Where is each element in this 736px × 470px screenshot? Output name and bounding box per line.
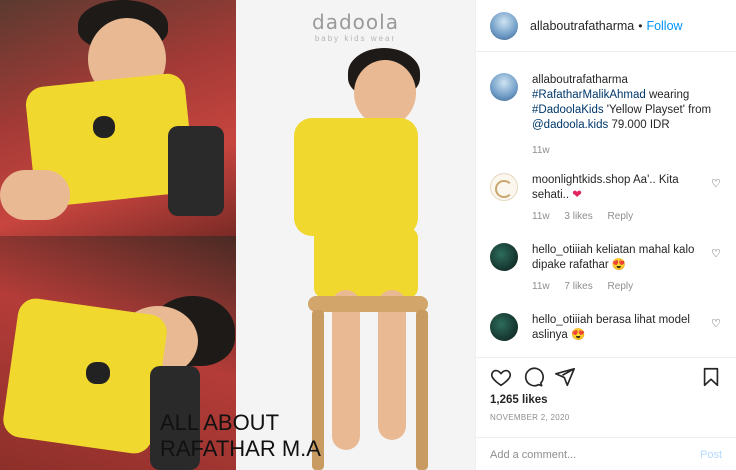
post-date[interactable]: NOVEMBER 2, 2020: [490, 413, 570, 422]
comment-like-icon[interactable]: ♡: [711, 319, 722, 330]
commenter-username[interactable]: hello_otiiiah: [532, 314, 593, 326]
brand-logo: dadoola: [312, 10, 399, 34]
comment-icon[interactable]: [522, 366, 544, 388]
post-header: allaboutrafatharma • Follow: [476, 0, 736, 52]
share-icon[interactable]: [554, 366, 576, 388]
commenter-avatar[interactable]: [490, 173, 518, 201]
author-username[interactable]: allaboutrafatharma: [530, 19, 634, 33]
comment-text: hello_otiiiah berasa lihat model aslinya…: [532, 314, 690, 341]
comment-likes[interactable]: 7 likes: [564, 281, 592, 292]
photo-top-left: [0, 0, 236, 236]
post-sidebar: allaboutrafatharma • Follow allaboutrafa…: [475, 0, 736, 470]
follow-button[interactable]: Follow: [646, 19, 682, 33]
comment-time[interactable]: 11w: [532, 281, 550, 292]
photo-main: dadoola baby kids wear: [236, 0, 475, 470]
watermark-text: ALL ABOUT RAFATHAR M.A: [160, 410, 321, 461]
heart-icon[interactable]: [490, 366, 512, 388]
add-comment-bar: Post: [476, 437, 736, 470]
comment-meta: 11w 7 likes Reply: [532, 281, 702, 292]
caption-mention[interactable]: #RafatharMalikAhmad: [532, 89, 646, 101]
commenter-username[interactable]: hello_otiiiah: [532, 244, 593, 256]
caption-time[interactable]: 11w: [532, 145, 550, 156]
comment-item: hello_otiiiah berasa lihat model aslinya…: [490, 313, 722, 343]
comment-input[interactable]: [490, 448, 700, 461]
commenter-avatar[interactable]: [490, 243, 518, 271]
caption-hashtag[interactable]: #DadoolaKids: [532, 104, 604, 116]
commenter-avatar[interactable]: [490, 313, 518, 341]
comment-like-icon[interactable]: ♡: [711, 179, 722, 190]
post-actions: 1,265 likes NOVEMBER 2, 2020 Post: [476, 357, 736, 470]
comment-likes[interactable]: 3 likes: [564, 211, 592, 222]
comment-item: moonlightkids.shop Aa'.. Kita sehati.. ❤…: [490, 173, 722, 222]
caption: allaboutrafatharma #RafatharMalikAhmad w…: [490, 73, 722, 156]
comment-text: hello_otiiiah keliatan mahal kalo dipake…: [532, 244, 695, 271]
commenter-username[interactable]: moonlightkids.shop: [532, 174, 630, 186]
comment-item: hello_otiiiah keliatan mahal kalo dipake…: [490, 243, 722, 292]
caption-text: allaboutrafatharma #RafatharMalikAhmad w…: [532, 74, 712, 131]
post-media[interactable]: dadoola baby kids wear ALL ABOUT RAFATHA…: [0, 0, 475, 470]
comments-list[interactable]: allaboutrafatharma #RafatharMalikAhmad w…: [476, 53, 736, 357]
bookmark-icon[interactable]: [700, 366, 722, 388]
reply-button[interactable]: Reply: [608, 281, 634, 292]
caption-meta: 11w: [532, 145, 711, 156]
separator-dot: •: [638, 18, 643, 33]
comment-like-icon[interactable]: ♡: [711, 249, 722, 260]
comment-time[interactable]: 11w: [532, 211, 550, 222]
author-avatar[interactable]: [490, 11, 518, 40]
action-bar: [490, 366, 722, 390]
caption-account-link[interactable]: @dadoola.kids: [532, 119, 608, 131]
likes-count[interactable]: 1,265 likes: [490, 394, 548, 406]
post-comment-button[interactable]: Post: [700, 449, 722, 461]
comment-meta: 11w 3 likes Reply: [532, 211, 702, 222]
caption-avatar[interactable]: [490, 73, 518, 101]
brand-tagline: baby kids wear: [314, 34, 397, 43]
reply-button[interactable]: Reply: [608, 211, 634, 222]
caption-username[interactable]: allaboutrafatharma: [532, 74, 628, 86]
comment-text: moonlightkids.shop Aa'.. Kita sehati.. ❤: [532, 174, 679, 201]
